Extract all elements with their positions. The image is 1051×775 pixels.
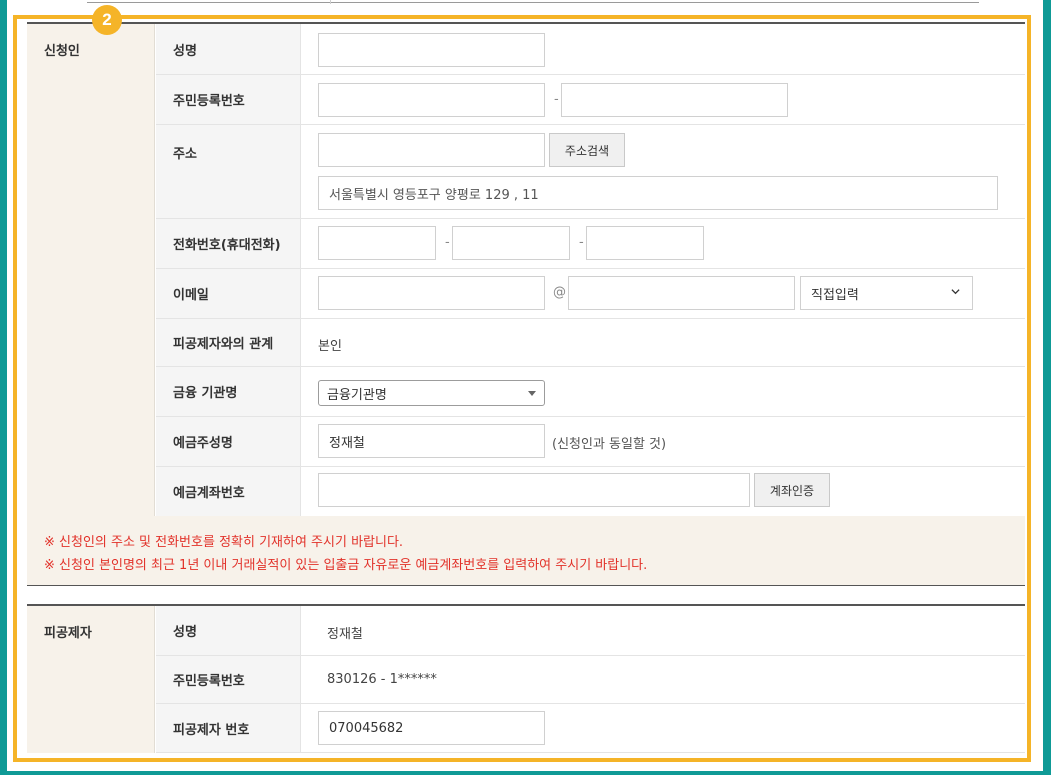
insured-rrn-row: 주민등록번호 830126 - 1****** — [156, 656, 1025, 704]
notice-box: ※ 신청인의 주소 및 전화번호를 정확히 기재하여 주시기 바랍니다. ※ 신… — [27, 516, 1025, 586]
insured-section-header: 피공제자 — [27, 606, 155, 753]
email-id-input[interactable] — [318, 276, 545, 310]
applicant-rrn-back-input[interactable] — [561, 83, 788, 117]
applicant-relation-row: 피공제자와의 관계 본인 — [156, 319, 1025, 367]
applicant-email-label: 이메일 — [156, 269, 301, 318]
email-at-sign: @ — [553, 285, 566, 300]
applicant-rrn-front-input[interactable] — [318, 83, 545, 117]
top-divider — [87, 2, 979, 3]
chevron-down-icon — [951, 289, 960, 295]
insured-number-row: 피공제자 번호 070045682 — [156, 704, 1025, 753]
applicant-rrn-label: 주민등록번호 — [156, 75, 301, 124]
applicant-bank-label: 금융 기관명 — [156, 367, 301, 416]
applicant-section-header: 신청인 — [27, 24, 155, 516]
email-domain-select-value: 직접입력 — [811, 287, 859, 303]
applicant-email-row: 이메일 @ 직접입력 — [156, 269, 1025, 319]
email-domain-select[interactable]: 직접입력 — [800, 276, 973, 310]
applicant-name-input[interactable] — [318, 33, 545, 67]
applicant-name-row: 성명 — [156, 24, 1025, 75]
email-domain-input[interactable] — [568, 276, 795, 310]
applicant-relation-label: 피공제자와의 관계 — [156, 319, 301, 366]
phone-separator-1: - — [445, 235, 450, 250]
applicant-account-label: 예금계좌번호 — [156, 467, 301, 516]
applicant-phone-label: 전화번호(휴대전화) — [156, 219, 301, 268]
applicant-holder-row: 예금주성명 정재철 (신청인과 동일할 것) — [156, 417, 1025, 467]
insured-rrn-label: 주민등록번호 — [156, 656, 301, 703]
phone-separator-2: - — [579, 235, 584, 250]
notice-line-1: ※ 신청인의 주소 및 전화번호를 정확히 기재하여 주시기 바랍니다. — [44, 535, 404, 550]
relation-value: 본인 — [318, 339, 342, 354]
triangle-down-icon — [528, 391, 536, 396]
phone-last-input[interactable] — [586, 226, 704, 260]
bank-select-value: 금융기관명 — [327, 387, 387, 403]
rrn-separator: - — [554, 92, 559, 107]
notice-line-2: ※ 신청인 본인명의 최근 1년 이내 거래실적이 있는 입출금 자유로운 예금… — [44, 558, 648, 573]
bank-select[interactable]: 금융기관명 — [318, 380, 545, 406]
insured-number-input[interactable]: 070045682 — [318, 711, 545, 745]
account-verify-button[interactable]: 계좌인증 — [754, 473, 830, 507]
insured-section-title: 피공제자 — [44, 626, 92, 641]
applicant-address-row: 주소 주소검색 서울특별시 영등포구 양평로 129 , 11 — [156, 125, 1025, 219]
account-holder-note: (신청인과 동일할 것) — [552, 437, 667, 452]
applicant-name-label: 성명 — [156, 24, 301, 74]
insured-rrn-value: 830126 - 1****** — [327, 672, 437, 687]
applicant-rrn-row: 주민등록번호 - — [156, 75, 1025, 125]
phone-middle-input[interactable] — [452, 226, 570, 260]
insured-number-label: 피공제자 번호 — [156, 704, 301, 752]
account-holder-input[interactable]: 정재철 — [318, 424, 545, 458]
form-panel: 신청인 성명 주민등록번호 - 주소 주소검색 서울특별시 영등포구 양평로 1… — [7, 0, 1043, 771]
applicant-address-label: 주소 — [156, 125, 301, 218]
insured-name-value: 정재철 — [327, 627, 363, 642]
phone-first-input[interactable] — [318, 226, 436, 260]
top-divider-tick — [330, 0, 331, 4]
step-badge: 2 — [92, 5, 122, 35]
insured-name-label: 성명 — [156, 606, 301, 655]
zipcode-input[interactable] — [318, 133, 545, 167]
applicant-phone-row: 전화번호(휴대전화) - - — [156, 219, 1025, 269]
applicant-section-title: 신청인 — [44, 44, 80, 59]
account-number-input[interactable] — [318, 473, 750, 507]
applicant-holder-label: 예금주성명 — [156, 417, 301, 466]
insured-name-row: 성명 정재철 — [156, 606, 1025, 656]
applicant-account-row: 예금계좌번호 계좌인증 — [156, 467, 1025, 516]
address-detail-input[interactable]: 서울특별시 영등포구 양평로 129 , 11 — [318, 176, 998, 210]
address-search-button[interactable]: 주소검색 — [549, 133, 625, 167]
applicant-bank-row: 금융 기관명 금융기관명 — [156, 367, 1025, 417]
